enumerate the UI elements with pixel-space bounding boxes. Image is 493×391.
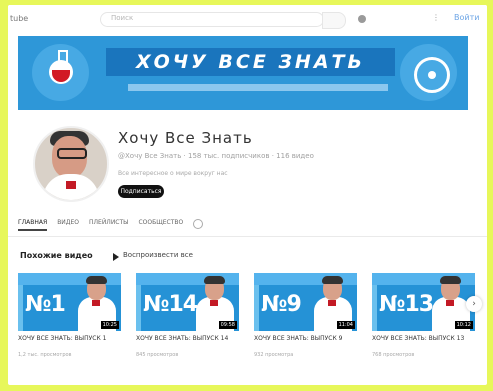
sign-in-button[interactable]: Войти: [454, 13, 479, 22]
tab-home[interactable]: ГЛАВНАЯ: [18, 219, 48, 231]
duration-badge: 10:25: [100, 321, 119, 329]
tabs-divider: [8, 236, 487, 237]
video-thumbnail[interactable]: №9 11:04: [254, 273, 357, 331]
video-thumbnail[interactable]: №1 10:25: [18, 273, 121, 331]
banner-title: ХОЧУ ВСЕ ЗНАТЬ: [136, 51, 365, 73]
duration-badge: 11:04: [336, 321, 355, 329]
search-icon[interactable]: [193, 219, 204, 229]
channel-tabs: ГЛАВНАЯ ВИДЕО ПЛЕЙЛИСТЫ СООБЩЕСТВО: [18, 219, 204, 231]
episode-badge: №1: [25, 292, 66, 317]
video-card[interactable]: №13 10:12 ХОЧУ ВСЕ ЗНАТЬ: ВЫПУСК 13 768 …: [372, 273, 475, 358]
video-meta: 932 просмотра: [254, 352, 294, 358]
episode-badge: №14: [143, 292, 198, 317]
video-meta: 1,2 тыс. просмотров: [18, 352, 72, 358]
video-title[interactable]: ХОЧУ ВСЕ ЗНАТЬ: ВЫПУСК 14: [136, 335, 236, 343]
channel-banner: ХОЧУ ВСЕ ЗНАТЬ: [18, 36, 468, 110]
search-input[interactable]: Поиск: [100, 12, 324, 27]
mic-icon[interactable]: [358, 15, 366, 23]
top-bar: tube Поиск ⋮ Войти: [8, 5, 487, 31]
tab-community[interactable]: СООБЩЕСТВО: [138, 219, 183, 231]
flask-icon: [49, 50, 73, 84]
channel-meta: @Хочу Все Знать · 158 тыс. подписчиков ·…: [118, 152, 314, 160]
channel-description[interactable]: Все интересное о мире вокруг нас: [118, 170, 228, 177]
video-card[interactable]: №9 11:04 ХОЧУ ВСЕ ЗНАТЬ: ВЫПУСК 9 932 пр…: [254, 273, 357, 358]
subscribe-button[interactable]: Подписаться: [118, 185, 164, 198]
duration-badge: 09:58: [218, 321, 237, 329]
duration-badge: 10:12: [454, 321, 473, 329]
tab-playlists[interactable]: ПЛЕЙЛИСТЫ: [89, 219, 128, 231]
avatar[interactable]: [33, 126, 109, 202]
tab-videos[interactable]: ВИДЕО: [57, 219, 79, 231]
video-meta: 768 просмотров: [372, 352, 415, 358]
video-title[interactable]: ХОЧУ ВСЕ ЗНАТЬ: ВЫПУСК 9: [254, 335, 354, 343]
video-thumbnail[interactable]: №13 10:12: [372, 273, 475, 331]
video-card[interactable]: №1 10:25 ХОЧУ ВСЕ ЗНАТЬ: ВЫПУСК 1 1,2 ты…: [18, 273, 121, 358]
chevron-right-icon[interactable]: ›: [466, 296, 482, 312]
youtube-logo[interactable]: tube: [10, 14, 28, 23]
play-icon[interactable]: [113, 253, 119, 261]
episode-badge: №13: [379, 292, 434, 317]
video-meta: 845 просмотров: [136, 352, 179, 358]
play-all-button[interactable]: Воспроизвести все: [123, 251, 193, 259]
section-title: Похожие видео: [20, 251, 93, 260]
atom-icon: [414, 57, 450, 93]
page-frame: tube Поиск ⋮ Войти ХОЧУ ВСЕ ЗНАТЬ Хочу В…: [8, 5, 487, 385]
search-placeholder: Поиск: [111, 14, 134, 22]
search-button[interactable]: [322, 12, 346, 29]
more-icon[interactable]: ⋮: [432, 13, 440, 22]
video-title[interactable]: ХОЧУ ВСЕ ЗНАТЬ: ВЫПУСК 1: [18, 335, 118, 343]
banner-subtitle: [128, 84, 388, 91]
video-shelf: №1 10:25 ХОЧУ ВСЕ ЗНАТЬ: ВЫПУСК 1 1,2 ты…: [18, 273, 475, 358]
video-card[interactable]: №14 09:58 ХОЧУ ВСЕ ЗНАТЬ: ВЫПУСК 14 845 …: [136, 273, 239, 358]
episode-badge: №9: [261, 292, 302, 317]
channel-name: Хочу Все Знать: [118, 129, 253, 147]
video-title[interactable]: ХОЧУ ВСЕ ЗНАТЬ: ВЫПУСК 13: [372, 335, 472, 343]
video-thumbnail[interactable]: №14 09:58: [136, 273, 239, 331]
